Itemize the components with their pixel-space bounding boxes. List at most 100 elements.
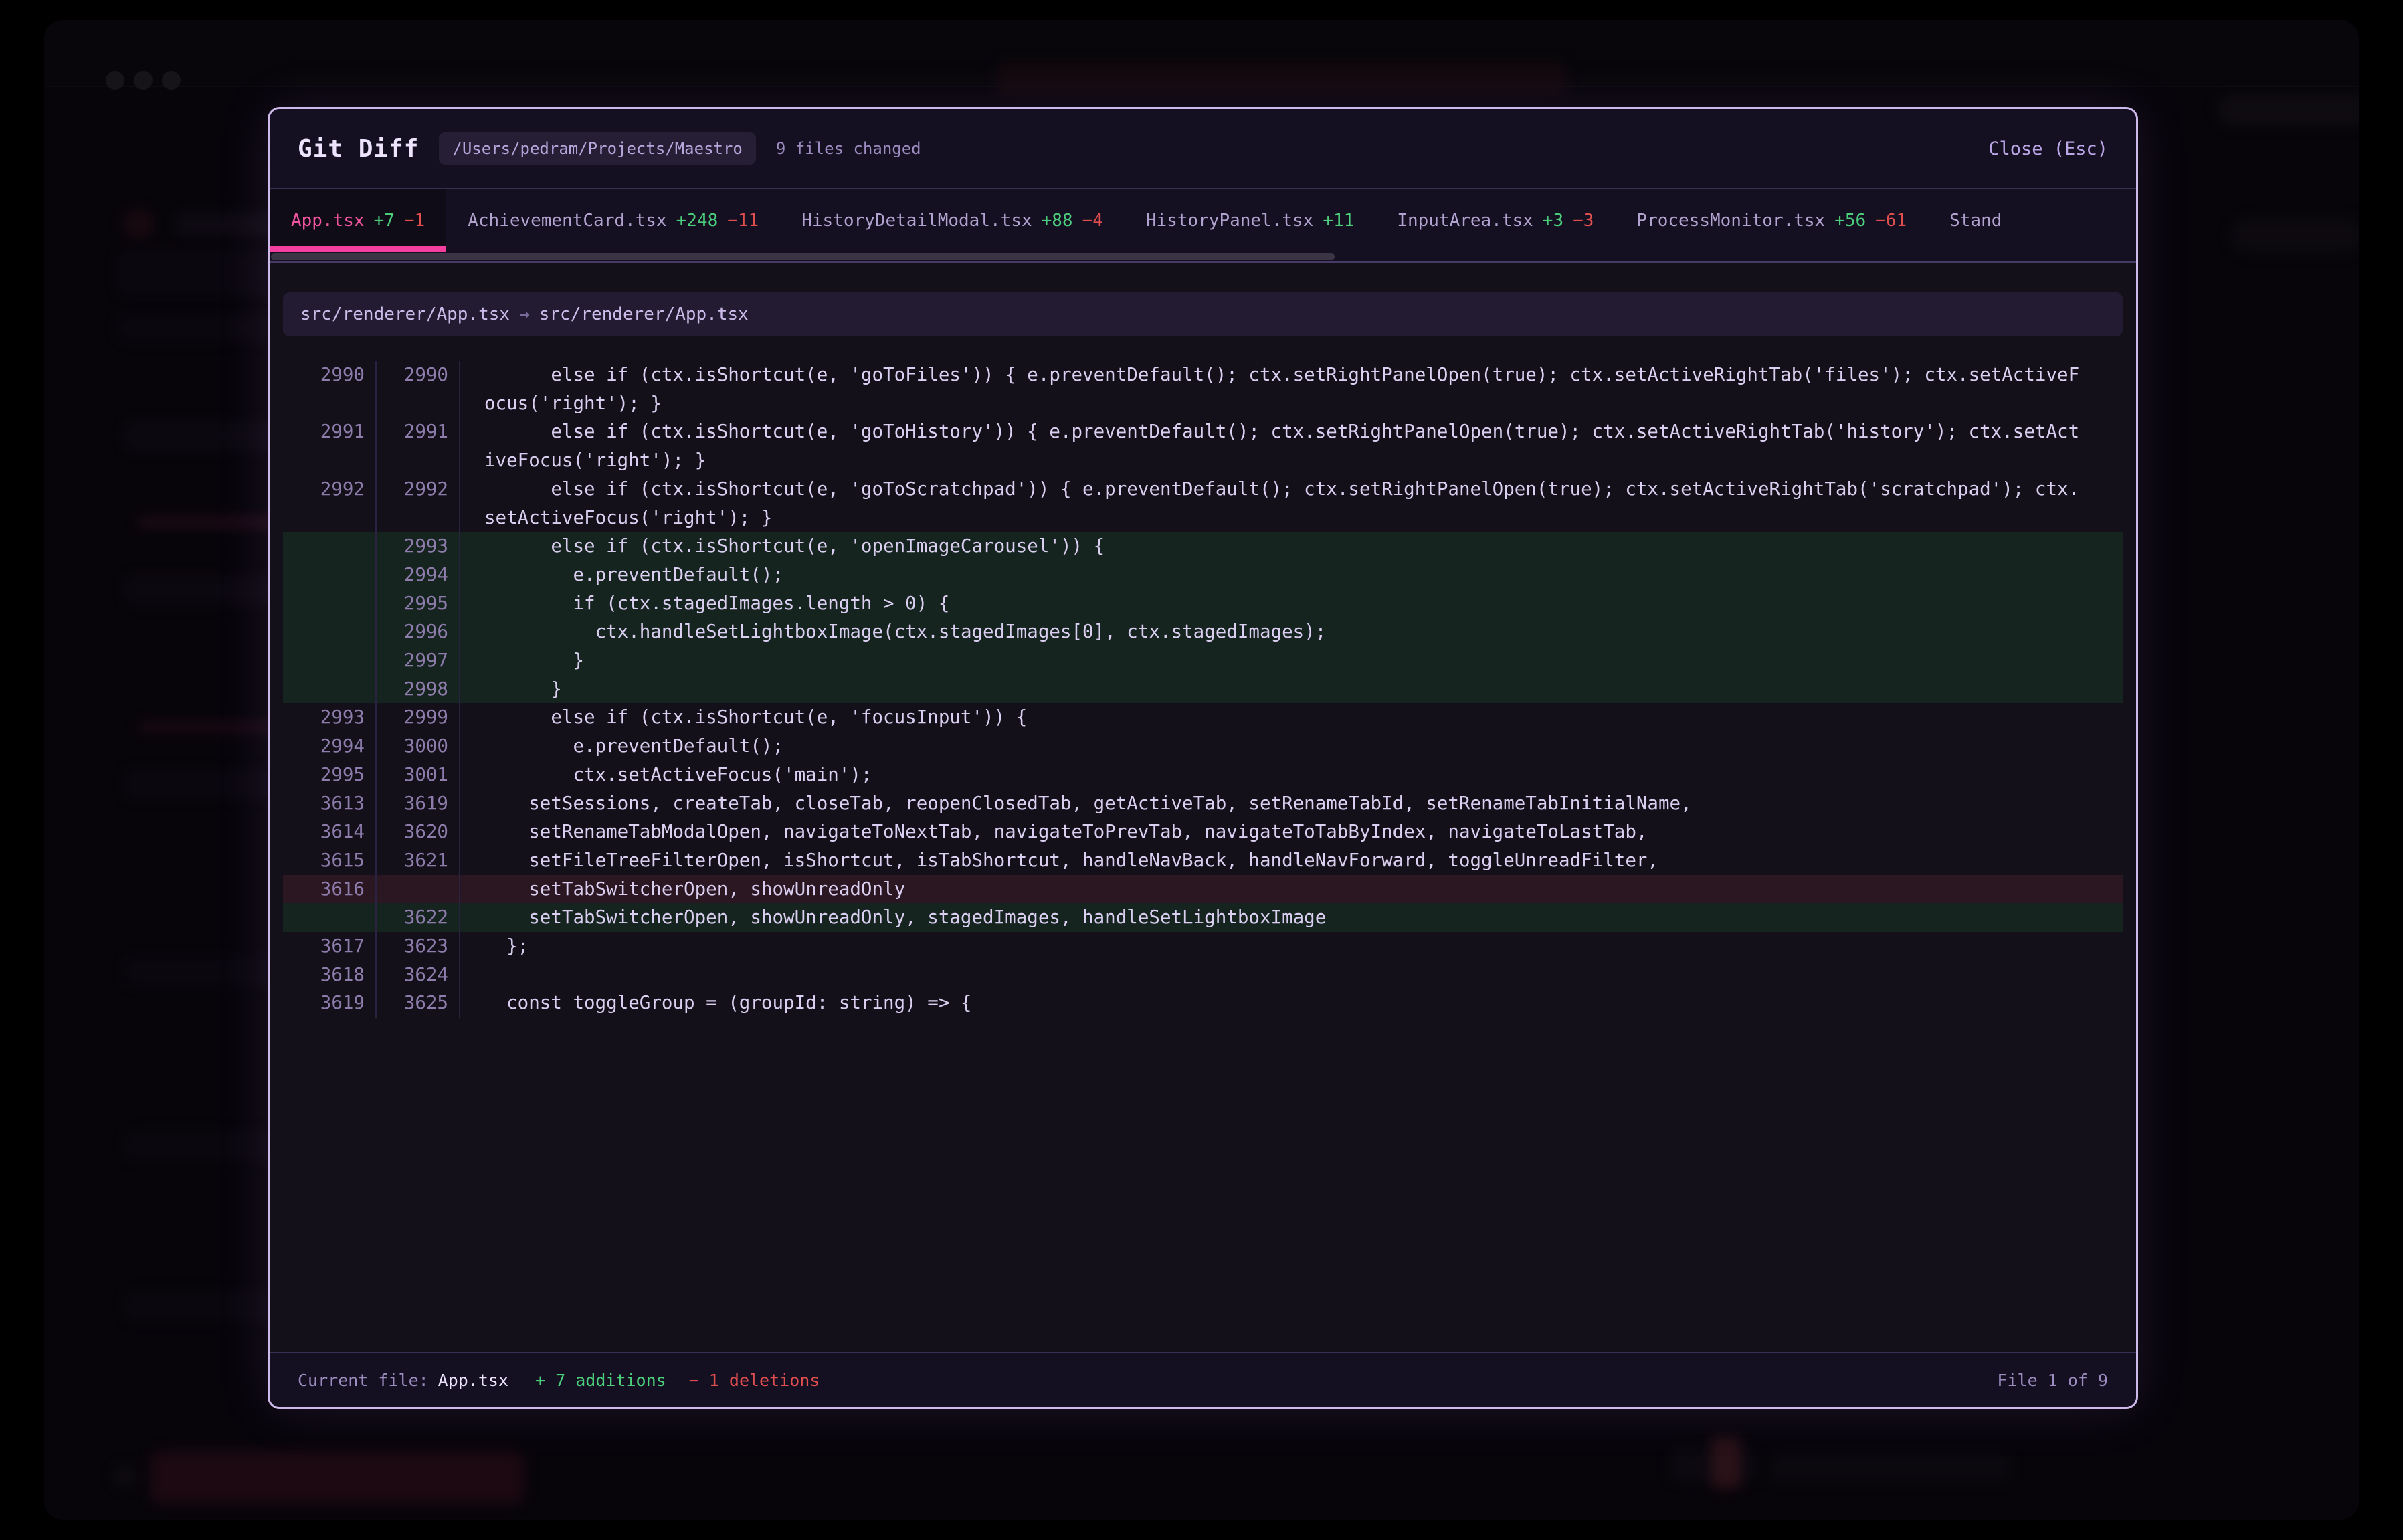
deletions-count: − 1 deletions xyxy=(689,1371,820,1390)
diff-row: 2995 if (ctx.stagedImages.length > 0) { xyxy=(283,589,2123,618)
new-line-number: 2996 xyxy=(377,617,460,646)
code-line: ctx.handleSetLightboxImage(ctx.stagedIma… xyxy=(460,617,2123,646)
code-line: setFileTreeFilterOpen, isShortcut, isTab… xyxy=(460,846,2123,875)
new-line-number: 2998 xyxy=(377,675,460,704)
diff-row: 2993 else if (ctx.isShortcut(e, 'openIma… xyxy=(283,532,2123,561)
diff-tab-achievementcard-tsx[interactable]: AchievementCard.tsx+248−11 xyxy=(446,189,780,252)
code-line: setRenameTabModalOpen, navigateToNextTab… xyxy=(460,817,2123,846)
tab-additions: +7 xyxy=(374,211,395,231)
diff-rows: 29902990 else if (ctx.isShortcut(e, 'goT… xyxy=(283,361,2123,1018)
new-line-number: 3625 xyxy=(377,989,460,1018)
file-path-from: src/renderer/App.tsx xyxy=(300,304,510,324)
diff-row: 36183624 xyxy=(283,961,2123,989)
new-line-number: 2997 xyxy=(377,646,460,675)
tab-additions: +248 xyxy=(676,211,718,231)
new-line-number xyxy=(377,875,460,904)
old-line-number: 3616 xyxy=(283,875,377,904)
new-line-number: 3000 xyxy=(377,732,460,761)
tab-deletions: −11 xyxy=(727,211,759,231)
code-line: setTabSwitcherOpen, showUnreadOnly, stag… xyxy=(460,903,2123,932)
diff-row: 2994 e.preventDefault(); xyxy=(283,561,2123,589)
diff-row: 29953001 ctx.setActiveFocus('main'); xyxy=(283,761,2123,789)
arrow-right-icon: → xyxy=(519,304,530,324)
old-line-number: 2994 xyxy=(283,732,377,761)
old-line-number: 3617 xyxy=(283,932,377,961)
tab-additions: +88 xyxy=(1042,211,1073,231)
new-line-number: 2992 xyxy=(377,475,460,532)
tab-scrollbar[interactable] xyxy=(270,252,2136,263)
tab-additions: +56 xyxy=(1834,211,1866,231)
old-line-number: 3614 xyxy=(283,817,377,846)
code-line: } xyxy=(460,646,2123,675)
code-line: const toggleGroup = (groupId: string) =>… xyxy=(460,989,2123,1018)
code-line: ctx.setActiveFocus('main'); xyxy=(460,761,2123,789)
diff-tab-app-tsx[interactable]: App.tsx +7 −1 xyxy=(270,189,446,252)
new-line-number: 3621 xyxy=(377,846,460,875)
diff-row: 29902990 else if (ctx.isShortcut(e, 'goT… xyxy=(283,361,2123,417)
diff-row: 36153621 setFileTreeFilterOpen, isShortc… xyxy=(283,846,2123,875)
old-line-number: 3613 xyxy=(283,789,377,818)
diff-row: 29932999 else if (ctx.isShortcut(e, 'foc… xyxy=(283,703,2123,732)
new-line-number: 3624 xyxy=(377,961,460,989)
active-tab-underline xyxy=(270,246,446,252)
file-pagination: File 1 of 9 xyxy=(1997,1371,2108,1390)
diff-row: 2998 } xyxy=(283,675,2123,704)
tab-file-name: HistoryPanel.tsx xyxy=(1146,211,1313,231)
diff-row: 3622 setTabSwitcherOpen, showUnreadOnly,… xyxy=(283,903,2123,932)
diff-row: 29912991 else if (ctx.isShortcut(e, 'goT… xyxy=(283,417,2123,474)
old-line-number xyxy=(283,561,377,589)
new-line-number: 2994 xyxy=(377,561,460,589)
diff-row: 36193625 const toggleGroup = (groupId: s… xyxy=(283,989,2123,1018)
old-line-number: 2992 xyxy=(283,475,377,532)
old-line-number xyxy=(283,532,377,561)
code-line: else if (ctx.isShortcut(e, 'goToFiles'))… xyxy=(460,361,2123,417)
diff-tab-historypanel-tsx[interactable]: HistoryPanel.tsx+11 xyxy=(1125,189,1375,252)
new-line-number: 2999 xyxy=(377,703,460,732)
old-line-number: 2993 xyxy=(283,703,377,732)
new-line-number: 2991 xyxy=(377,417,460,474)
tab-scrollbar-thumb[interactable] xyxy=(271,253,1335,260)
tab-file-name: App.tsx xyxy=(291,211,365,231)
files-changed-count: 9 files changed xyxy=(776,139,921,158)
modal-header: Git Diff /Users/pedram/Projects/Maestro … xyxy=(270,109,2136,189)
new-line-number: 3619 xyxy=(377,789,460,818)
new-line-number: 2993 xyxy=(377,532,460,561)
new-line-number: 3001 xyxy=(377,761,460,789)
tab-file-name: InputArea.tsx xyxy=(1397,211,1533,231)
git-diff-modal: Git Diff /Users/pedram/Projects/Maestro … xyxy=(268,107,2138,1409)
modal-footer: Current file: App.tsx + 7 additions − 1 … xyxy=(270,1352,2136,1407)
tab-deletions: −61 xyxy=(1875,211,1907,231)
code-line xyxy=(460,961,2123,989)
diff-content: src/renderer/App.tsx → src/renderer/App.… xyxy=(270,263,2136,1352)
file-path-to: src/renderer/App.tsx xyxy=(539,304,749,324)
code-line: if (ctx.stagedImages.length > 0) { xyxy=(460,589,2123,618)
diff-row: 29922992 else if (ctx.isShortcut(e, 'goT… xyxy=(283,475,2123,532)
diff-row: 36143620 setRenameTabModalOpen, navigate… xyxy=(283,817,2123,846)
diff-tab-stand[interactable]: Stand xyxy=(1928,189,2023,252)
old-line-number: 3615 xyxy=(283,846,377,875)
tab-deletions: −3 xyxy=(1573,211,1594,231)
code-line: setSessions, createTab, closeTab, reopen… xyxy=(460,789,2123,818)
file-path-header: src/renderer/App.tsx → src/renderer/App.… xyxy=(283,292,2123,336)
diff-tab-historydetailmodal-tsx[interactable]: HistoryDetailModal.tsx+88−4 xyxy=(780,189,1125,252)
close-button[interactable]: Close (Esc) xyxy=(1988,138,2108,159)
code-line: else if (ctx.isShortcut(e, 'focusInput')… xyxy=(460,703,2123,732)
code-line: else if (ctx.isShortcut(e, 'openImageCar… xyxy=(460,532,2123,561)
diff-row: 36133619 setSessions, createTab, closeTa… xyxy=(283,789,2123,818)
tab-deletions: −4 xyxy=(1082,211,1103,231)
diff-row: 2997 } xyxy=(283,646,2123,675)
new-line-number: 2995 xyxy=(377,589,460,618)
code-line: else if (ctx.isShortcut(e, 'goToHistory'… xyxy=(460,417,2123,474)
current-file-label: Current file: xyxy=(298,1371,429,1390)
code-line: }; xyxy=(460,932,2123,961)
tab-deletions: −1 xyxy=(404,211,425,231)
diff-tab-processmonitor-tsx[interactable]: ProcessMonitor.tsx+56−61 xyxy=(1615,189,1928,252)
diff-tab-inputarea-tsx[interactable]: InputArea.tsx+3−3 xyxy=(1375,189,1615,252)
repo-path-badge: /Users/pedram/Projects/Maestro xyxy=(439,132,755,165)
old-line-number xyxy=(283,903,377,932)
code-line: e.preventDefault(); xyxy=(460,561,2123,589)
code-line: else if (ctx.isShortcut(e, 'goToScratchp… xyxy=(460,475,2123,532)
old-line-number: 3618 xyxy=(283,961,377,989)
code-line: e.preventDefault(); xyxy=(460,732,2123,761)
new-line-number: 3620 xyxy=(377,817,460,846)
